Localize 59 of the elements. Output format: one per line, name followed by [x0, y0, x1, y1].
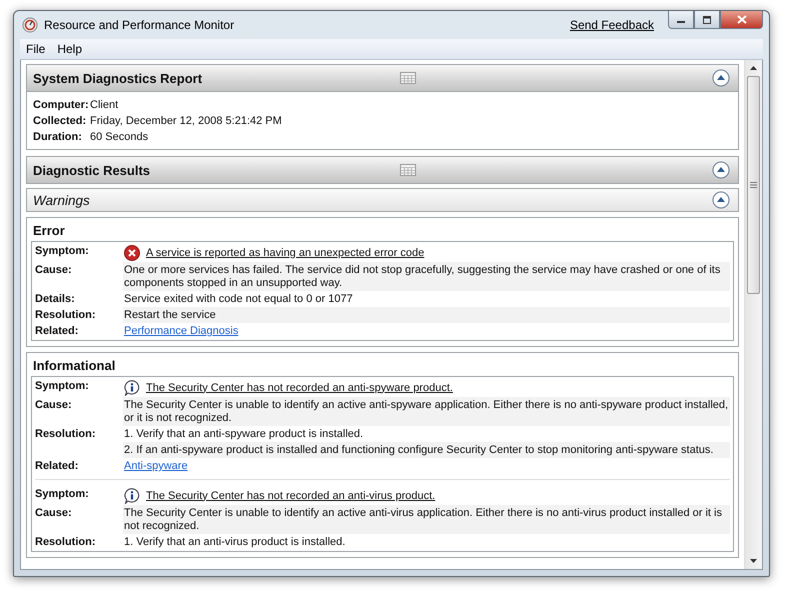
row-label: Resolution:: [35, 428, 96, 440]
field-value: Client: [90, 98, 118, 113]
row-text: Service exited with code not equal to 0 or 1077: [124, 293, 353, 306]
close-button[interactable]: [720, 11, 763, 29]
row-label: Cause:: [35, 264, 72, 276]
section-title: System Diagnostics Report: [33, 70, 204, 86]
symptom-link[interactable]: The Security Center has not recorded an anti-virus product.: [146, 490, 436, 502]
gauge-icon: [22, 17, 38, 33]
info-icon: [124, 380, 140, 396]
field-value: Friday, December 12, 2008 5:21:42 PM: [90, 114, 282, 129]
field-label: Duration:: [33, 130, 83, 145]
related-link[interactable]: Anti-spyware: [124, 460, 188, 473]
row-label: Related:: [35, 325, 78, 337]
row-label: Symptom:: [35, 380, 89, 392]
row-label: Cause:: [35, 507, 72, 519]
table-icon[interactable]: [400, 164, 416, 176]
collapse-button[interactable]: [712, 69, 730, 87]
info-icon: [124, 488, 140, 504]
row-label: Symptom:: [35, 488, 89, 500]
scrollbar[interactable]: [744, 60, 762, 569]
row-label: Related:: [35, 460, 78, 472]
row-text: Restart the service: [124, 309, 216, 322]
row-text: 2. If an anti-spyware product is installed and functioning configure Security Center to stop monitoring anti-spyware status.: [124, 444, 714, 457]
send-feedback-link[interactable]: Send Feedback: [570, 18, 654, 32]
section-title: Warnings: [33, 192, 91, 208]
maximize-button[interactable]: [694, 11, 720, 29]
row-text: The Security Center is unable to identify an active anti-virus application. Either there is no anti-virus product installed or it is not recognized.: [124, 507, 723, 533]
row-label: Resolution:: [35, 536, 96, 548]
row-text: 1. Verify that an anti-virus product is installed.: [124, 536, 346, 549]
row-label: Details:: [35, 293, 75, 305]
row-text: The Security Center is unable to identify an active anti-spyware application. Either there is no anti-spyware product installed, or it is not recognized.: [124, 399, 730, 425]
group-title: Error: [32, 222, 66, 240]
related-link[interactable]: Performance Diagnosis: [124, 325, 238, 338]
minimize-button[interactable]: [668, 11, 694, 29]
scroll-down-icon[interactable]: [750, 559, 757, 563]
menu-item[interactable]: File: [26, 42, 46, 56]
error-icon: [124, 245, 140, 261]
grip-icon: [750, 182, 757, 188]
row-label: Symptom:: [35, 245, 89, 257]
symptom-link[interactable]: A service is reported as having an unexpected error code: [146, 246, 424, 260]
table-icon[interactable]: [400, 72, 416, 84]
row-text: 1. Verify that an anti-spyware product is installed.: [124, 428, 364, 441]
window-title: Resource and Performance Monitor: [44, 18, 236, 32]
collapse-button[interactable]: [712, 161, 730, 179]
field-value: 60 Seconds: [90, 130, 148, 145]
menu-item[interactable]: Help: [57, 42, 82, 56]
collapse-button[interactable]: [712, 191, 730, 209]
field-label: Collected:: [33, 114, 88, 129]
row-label: Cause:: [35, 399, 72, 411]
section-title: Diagnostic Results: [33, 162, 152, 178]
row-label: Resolution:: [35, 309, 96, 321]
field-label: Computer:: [33, 98, 90, 113]
close-icon: [736, 15, 746, 24]
scroll-up-icon[interactable]: [750, 66, 757, 70]
maximize-icon: [702, 16, 712, 24]
scroll-thumb[interactable]: [747, 76, 760, 294]
row-text: One or more services has failed. The service did not stop gracefully, suggesting the service may have crashed or one of its components stopped in an unsupported way.: [124, 264, 722, 290]
symptom-link[interactable]: The Security Center has not recorded an anti-spyware product.: [146, 382, 453, 394]
group-title: Informational: [32, 357, 116, 375]
